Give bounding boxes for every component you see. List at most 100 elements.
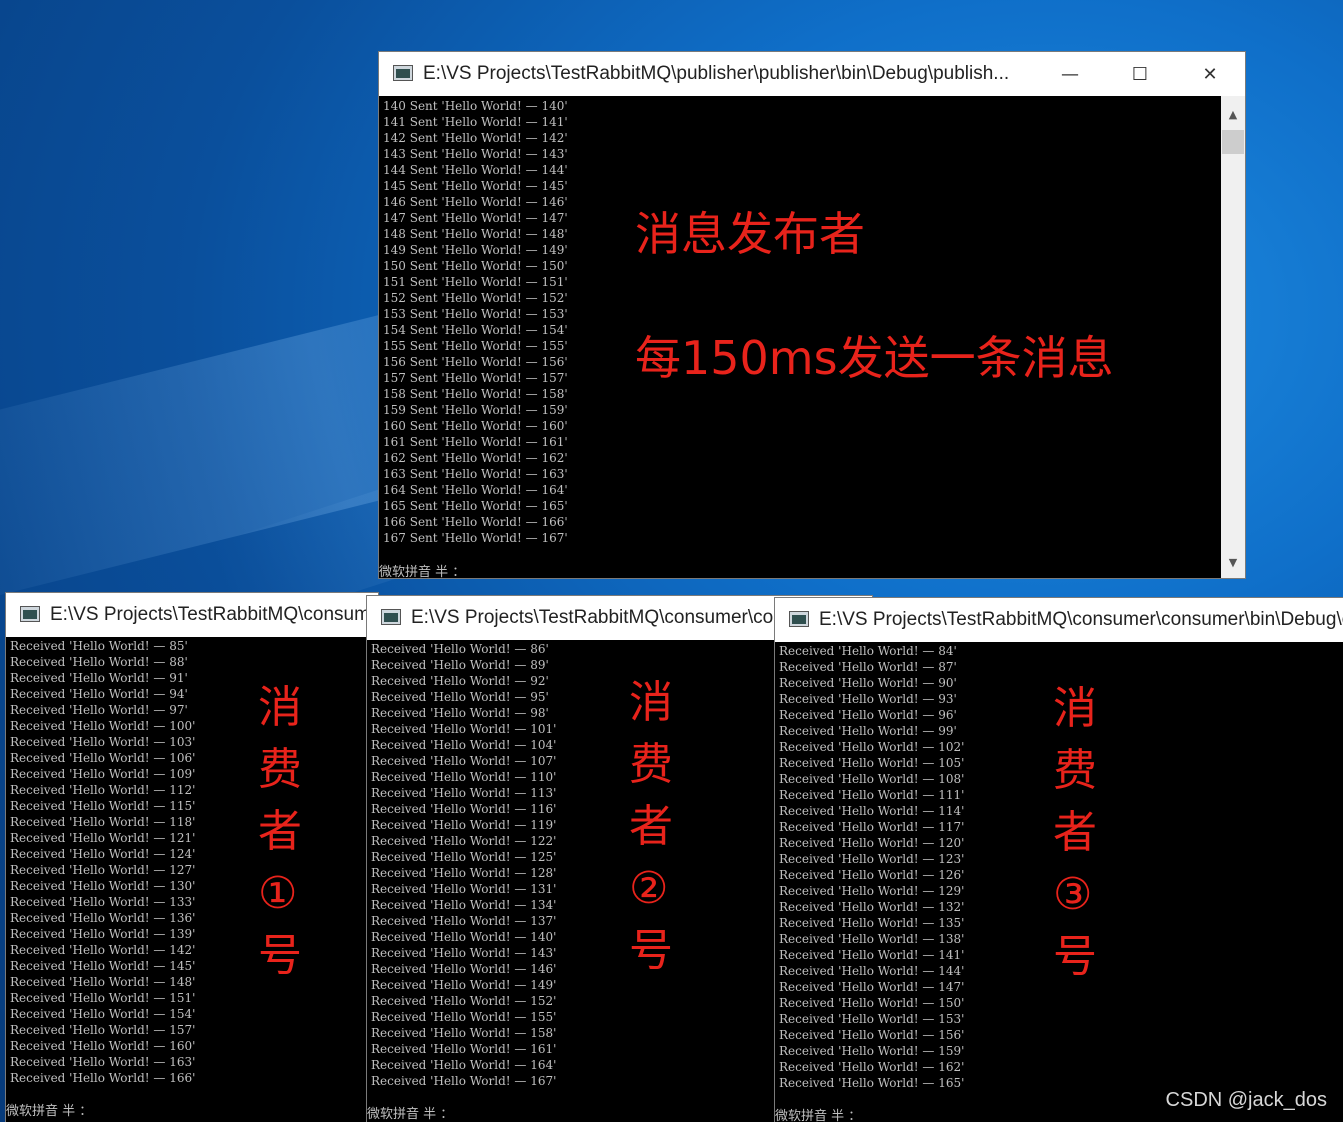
console-line: Received 'Hello World! — 129'	[779, 884, 965, 898]
console-app-icon	[381, 609, 403, 627]
scroll-thumb[interactable]	[1222, 130, 1244, 154]
annotation-character: 号	[1053, 931, 1097, 982]
console-line: Received 'Hello World! — 126'	[779, 868, 965, 882]
ime-status-text: 微软拼音 半 ：	[379, 565, 466, 578]
console-line: 165 Sent 'Hello World! — 165'	[383, 499, 568, 513]
annotation-character: 者	[258, 806, 302, 857]
console-line: Received 'Hello World! — 141'	[779, 948, 965, 962]
ime-status-text: 微软拼音 半 ：	[6, 1104, 93, 1119]
console-line: Received 'Hello World! — 163'	[10, 1055, 196, 1069]
console-line: Received 'Hello World! — 113'	[371, 786, 557, 800]
console-line: Received 'Hello World! — 119'	[371, 818, 557, 832]
console-line: Received 'Hello World! — 128'	[371, 866, 557, 880]
ime-status-text: 微软拼音 半 ：	[775, 1109, 862, 1122]
annotation-character: ③	[1053, 869, 1093, 920]
console-line: Received 'Hello World! — 86'	[371, 642, 549, 656]
console-line: Received 'Hello World! — 136'	[10, 911, 196, 925]
console-line: Received 'Hello World! — 100'	[10, 719, 196, 733]
console-line: 141 Sent 'Hello World! — 141'	[383, 115, 568, 129]
scroll-down-arrow-icon[interactable]: ▼	[1221, 550, 1245, 574]
console-line: Received 'Hello World! — 89'	[371, 658, 549, 672]
consumer-1-console-output: Received 'Hello World! — 85' Received 'He…	[10, 638, 195, 1086]
console-line: 143 Sent 'Hello World! — 143'	[383, 147, 568, 161]
console-line: Received 'Hello World! — 137'	[371, 914, 557, 928]
console-line: 149 Sent 'Hello World! — 149'	[383, 243, 568, 257]
console-line: 167 Sent 'Hello World! — 167'	[383, 531, 568, 545]
annotation-character: 费	[1053, 745, 1097, 796]
console-line: Received 'Hello World! — 154'	[10, 1007, 196, 1021]
console-line: Received 'Hello World! — 160'	[10, 1039, 196, 1053]
console-line: 154 Sent 'Hello World! — 154'	[383, 323, 568, 337]
console-line: Received 'Hello World! — 150'	[779, 996, 965, 1010]
publisher-console-output: 140 Sent 'Hello World! — 140' 141 Sent 'H…	[383, 98, 568, 546]
window-title: E:\VS Projects\TestRabbitMQ\publisher\pu…	[423, 63, 1010, 84]
console-line: Received 'Hello World! — 131'	[371, 882, 557, 896]
console-line: Received 'Hello World! — 96'	[779, 708, 957, 722]
console-line: Received 'Hello World! — 153'	[779, 1012, 965, 1026]
consumer-1-titlebar[interactable]: E:\VS Projects\TestRabbitMQ\consumer\con…	[6, 593, 378, 637]
console-line: Received 'Hello World! — 87'	[779, 660, 957, 674]
console-line: Received 'Hello World! — 99'	[779, 724, 957, 738]
console-line: Received 'Hello World! — 165'	[779, 1076, 965, 1090]
console-line: Received 'Hello World! — 140'	[371, 930, 557, 944]
console-line: 147 Sent 'Hello World! — 147'	[383, 211, 568, 225]
console-line: Received 'Hello World! — 91'	[10, 671, 188, 685]
console-line: Received 'Hello World! — 105'	[779, 756, 965, 770]
console-line: Received 'Hello World! — 112'	[10, 783, 196, 797]
annotation-character: 消	[629, 677, 673, 728]
console-line: Received 'Hello World! — 132'	[779, 900, 965, 914]
console-app-icon	[393, 65, 415, 83]
vertical-scrollbar[interactable]: ▲ ▼	[1221, 96, 1245, 578]
console-line: 155 Sent 'Hello World! — 155'	[383, 339, 568, 353]
console-line: Received 'Hello World! — 152'	[371, 994, 557, 1008]
console-line: 163 Sent 'Hello World! — 163'	[383, 467, 568, 481]
console-line: Received 'Hello World! — 134'	[371, 898, 557, 912]
console-line: Received 'Hello World! — 104'	[371, 738, 557, 752]
console-line: Received 'Hello World! — 161'	[371, 1042, 557, 1056]
consumer-3-titlebar[interactable]: E:\VS Projects\TestRabbitMQ\consumer\con…	[775, 598, 1343, 642]
minimize-button[interactable]: —	[1035, 52, 1105, 96]
console-line: 157 Sent 'Hello World! — 157'	[383, 371, 568, 385]
annotation-character: 费	[258, 744, 302, 795]
console-line: Received 'Hello World! — 159'	[779, 1044, 965, 1058]
console-line: Received 'Hello World! — 147'	[779, 980, 965, 994]
console-line: Received 'Hello World! — 109'	[10, 767, 196, 781]
annotation-character: 者	[1053, 807, 1097, 858]
consumer-3-window[interactable]: E:\VS Projects\TestRabbitMQ\consumer\con…	[775, 598, 1343, 1122]
close-button[interactable]: ✕	[1175, 52, 1245, 96]
console-line: Received 'Hello World! — 149'	[371, 978, 557, 992]
console-line: Received 'Hello World! — 84'	[779, 644, 957, 658]
console-line: 166 Sent 'Hello World! — 166'	[383, 515, 568, 529]
console-line: Received 'Hello World! — 95'	[371, 690, 549, 704]
console-line: Received 'Hello World! — 145'	[10, 959, 196, 973]
console-line: Received 'Hello World! — 157'	[10, 1023, 196, 1037]
console-line: Received 'Hello World! — 121'	[10, 831, 196, 845]
console-line: 159 Sent 'Hello World! — 159'	[383, 403, 568, 417]
maximize-button[interactable]: ☐	[1105, 52, 1175, 96]
console-line: Received 'Hello World! — 103'	[10, 735, 196, 749]
console-line: 150 Sent 'Hello World! — 150'	[383, 259, 568, 273]
window-title: E:\VS Projects\TestRabbitMQ\consumer\con…	[819, 609, 1343, 630]
publisher-annotation-title: 消息发布者	[635, 207, 865, 261]
annotation-character: ②	[629, 863, 669, 914]
publisher-window[interactable]: E:\VS Projects\TestRabbitMQ\publisher\pu…	[379, 52, 1245, 578]
console-line: Received 'Hello World! — 144'	[779, 964, 965, 978]
console-line: 148 Sent 'Hello World! — 148'	[383, 227, 568, 241]
consumer-3-console-output: Received 'Hello World! — 84' Received 'He…	[779, 643, 964, 1091]
console-line: Received 'Hello World! — 88'	[10, 655, 188, 669]
scroll-up-arrow-icon[interactable]: ▲	[1221, 102, 1245, 126]
console-line: Received 'Hello World! — 118'	[10, 815, 196, 829]
console-line: Received 'Hello World! — 142'	[10, 943, 196, 957]
console-line: Received 'Hello World! — 124'	[10, 847, 196, 861]
publisher-titlebar[interactable]: E:\VS Projects\TestRabbitMQ\publisher\pu…	[379, 52, 1245, 96]
consumer-1-window[interactable]: E:\VS Projects\TestRabbitMQ\consumer\con…	[6, 593, 378, 1122]
watermark-text: CSDN @jack_dos	[1165, 1089, 1327, 1111]
console-line: Received 'Hello World! — 97'	[10, 703, 188, 717]
console-line: 156 Sent 'Hello World! — 156'	[383, 355, 568, 369]
annotation-character: 号	[629, 925, 673, 976]
console-line: Received 'Hello World! — 151'	[10, 991, 196, 1005]
console-line: Received 'Hello World! — 162'	[779, 1060, 965, 1074]
annotation-character: 号	[258, 930, 302, 981]
console-line: 164 Sent 'Hello World! — 164'	[383, 483, 568, 497]
consumer-3-annotation: 消费者 ③ 号	[1053, 678, 1097, 988]
